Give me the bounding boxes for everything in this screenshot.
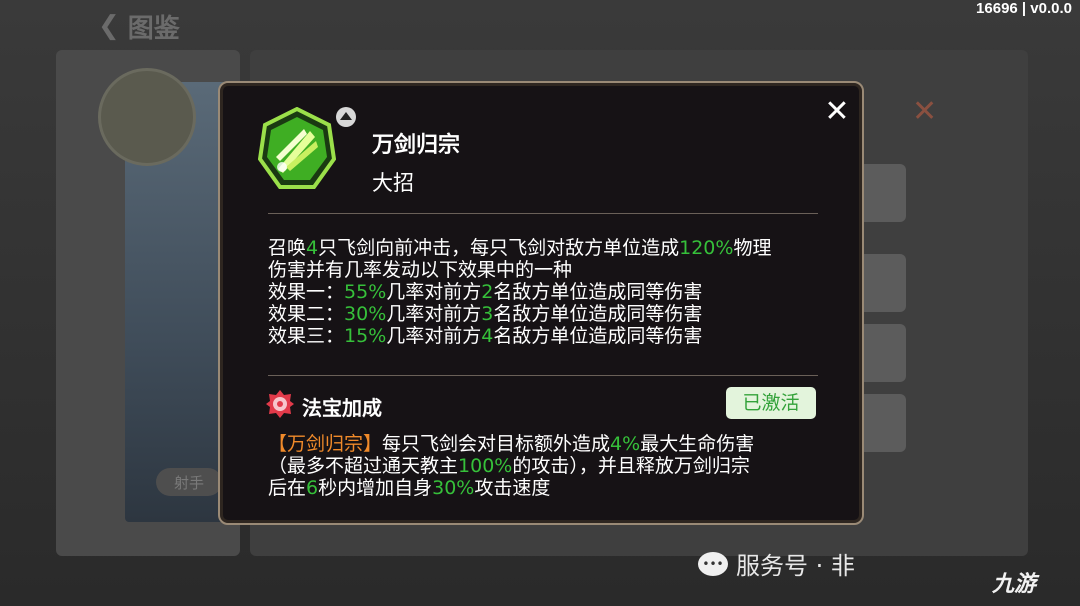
upgrade-arrow-icon — [336, 107, 356, 127]
treasure-description: 【万剑归宗】每只飞剑会对目标额外造成4%最大生命伤害 （最多不超过通天教主100… — [268, 433, 838, 499]
effect-2: 效果二：30%几率对前方3名敌方单位造成同等伤害 — [268, 303, 703, 325]
divider-middle — [268, 375, 818, 376]
bonus-line-2: （最多不超过通天教主100%的攻击），并且释放万剑归宗 — [268, 455, 750, 477]
page-title: 图鉴 — [127, 13, 180, 44]
site-logo: 九游 — [992, 572, 1037, 597]
effect-3: 效果三：15%几率对前方4名敌方单位造成同等伤害 — [268, 325, 703, 347]
bonus-line-1: 【万剑归宗】每只飞剑会对目标额外造成4%最大生命伤害 — [268, 433, 755, 455]
skill-dialog: ✕ 万剑归宗 大招 召唤4只飞剑向前冲击，每只飞剑对敌方单位造成120%物理 伤… — [218, 81, 864, 525]
hero-avatar[interactable] — [98, 68, 196, 166]
desc-line-1: 召唤4只飞剑向前冲击，每只飞剑对敌方单位造成120%物理 — [268, 237, 772, 259]
wechat-icon: ••• — [698, 551, 728, 576]
version-label: 16696 | v0.0.0 — [976, 0, 1072, 17]
status-badge: 已激活 — [726, 387, 816, 419]
desc-line-2: 伤害并有几率发动以下效果中的一种 — [268, 259, 573, 281]
close-icon[interactable]: ✕ — [822, 97, 852, 127]
bonus-line-3: 后在6秒内增加自身30%攻击速度 — [268, 477, 551, 499]
watermark: ••• 服务号 · 非 — [698, 546, 855, 581]
skill-description: 召唤4只飞剑向前冲击，每只飞剑对敌方单位造成120%物理 伤害并有几率发动以下效… — [268, 237, 838, 347]
page-header: ❮ 图鉴 — [98, 6, 180, 46]
treasure-icon — [266, 390, 294, 418]
skill-type: 大招 — [372, 171, 414, 195]
skill-name: 万剑归宗 — [372, 133, 461, 158]
hero-class-tag: 射手 — [156, 468, 222, 496]
back-arrow-icon[interactable]: ❮ — [98, 11, 120, 41]
treasure-title: 法宝加成 — [302, 396, 382, 420]
effect-1: 效果一：55%几率对前方2名敌方单位造成同等伤害 — [268, 281, 703, 303]
divider-top — [268, 213, 818, 214]
bg-close-icon: ✕ — [912, 94, 938, 129]
sword-burst-icon — [258, 107, 336, 189]
watermark-text: 服务号 · 非 — [736, 552, 855, 580]
